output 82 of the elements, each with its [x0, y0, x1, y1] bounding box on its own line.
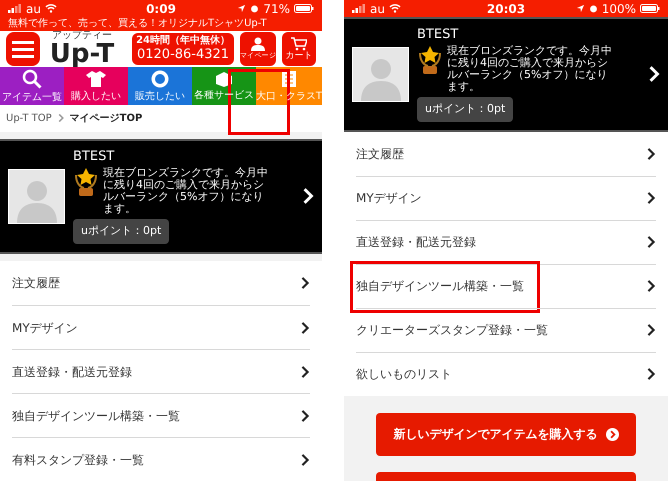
- battery-percent: 100%: [602, 0, 636, 18]
- chevron-right-icon: [646, 368, 656, 380]
- menu-item[interactable]: 独自デザインツール構築・一覧: [356, 264, 656, 308]
- wifi-icon: [44, 4, 57, 13]
- signal-icon: [352, 4, 366, 13]
- menu-label: 独自デザインツール構築・一覧: [356, 278, 525, 296]
- clock-time: 20:03: [486, 0, 526, 18]
- breadcrumb-link[interactable]: Up-T TOP: [6, 110, 52, 126]
- wifi-icon: [388, 4, 401, 13]
- location-arrow-icon: [576, 4, 585, 13]
- hours-label: 24時間（年中無休）: [136, 34, 230, 48]
- menu-label: 欲しいものリスト: [356, 366, 453, 384]
- menu-item[interactable]: クリエーターズスタンプ登録・一覧: [356, 308, 656, 352]
- logo-reading: アップティー: [52, 31, 112, 41]
- menu-label: 注文履歴: [356, 146, 405, 163]
- menu-item[interactable]: 有料スタンプ登録・一覧: [12, 437, 310, 481]
- chevron-right-icon: [646, 280, 656, 292]
- trophy-icon: [73, 167, 99, 198]
- menu-item[interactable]: 直送登録・配送元登録: [12, 349, 310, 394]
- chevron-right-icon: [300, 454, 310, 466]
- menu-item[interactable]: MYデザイン: [356, 176, 656, 220]
- location-arrow-icon: [237, 4, 246, 13]
- chevron-right-icon: [646, 236, 656, 248]
- chevron-right-icon: [646, 192, 656, 204]
- phone-box[interactable]: 24時間（年中無休） 0120-86-4321: [132, 32, 234, 66]
- menu-item[interactable]: 欲しいものリスト: [356, 352, 656, 396]
- chevron-right-icon: [302, 188, 314, 204]
- box-icon: [214, 71, 234, 88]
- chevron-right-icon: [300, 277, 310, 290]
- chevron-right-icon: [648, 66, 660, 82]
- menu-item[interactable]: 注文履歴: [12, 261, 310, 306]
- person-icon: [251, 37, 265, 51]
- promo-banner: 無料で作って、売って、買える！オリジナルTシャツUp-T: [0, 17, 322, 31]
- menu-item[interactable]: 注文履歴: [356, 132, 656, 176]
- rank-message: 現在ブロンズランクです。今月中に残り4回のご購入で来月からシルバーランク（5%オフ）になります。: [103, 167, 269, 216]
- carrier-label: au: [370, 0, 385, 18]
- points-badge: uポイント：0pt: [417, 97, 514, 122]
- site-logo[interactable]: アップティー Up-T: [46, 31, 118, 67]
- battery-percent: 71%: [263, 0, 290, 18]
- breadcrumb-current: マイページTOP: [70, 112, 142, 126]
- points-badge: uポイント：0pt: [73, 219, 170, 244]
- logo-text: Up-T: [50, 41, 114, 67]
- battery-icon: [294, 4, 314, 13]
- clock-time: 0:09: [146, 0, 176, 18]
- chevron-right-icon: [300, 366, 310, 378]
- menu-label: 注文履歴: [12, 275, 61, 292]
- circle-chevron-icon: [606, 428, 618, 441]
- cart-button[interactable]: カート: [282, 32, 316, 66]
- signal-icon: [8, 4, 22, 13]
- battery-icon: [640, 4, 660, 13]
- chevron-right-icon: [646, 148, 656, 160]
- menu-label: 独自デザインツール構築・一覧: [12, 408, 181, 425]
- menu-label: 有料スタンプ登録・一覧: [12, 452, 145, 469]
- user-name: BTEST: [417, 27, 460, 44]
- menu-label: 直送登録・配送元登録: [356, 234, 477, 252]
- chevron-right-icon: [58, 113, 64, 124]
- phone-number: 0120-86-4321: [136, 47, 230, 64]
- search-icon: [22, 69, 42, 90]
- profile-card[interactable]: BTEST 現在ブロンズランクです。今月中に残り4回のご購入で来月からシルバーランク（5%オフ）になります。 uポイント：0pt: [344, 17, 668, 132]
- user-name: BTEST: [73, 148, 116, 166]
- carrier-label: au: [26, 0, 41, 18]
- rank-message: 現在ブロンズランクです。今月中に残り4回のご購入で来月からシルバーランク（5%オフ）になります。: [447, 45, 613, 94]
- profile-card[interactable]: BTEST 現在ブロンズランクです。今月中に残り4回のご購入で来月からシルバーランク（5%オフ）になります。 uポイント：0pt: [0, 138, 322, 254]
- chevron-right-icon: [300, 410, 310, 422]
- category-tile[interactable]: 購入したい: [64, 67, 128, 106]
- menu-item[interactable]: 独自デザインツール構築・一覧: [12, 393, 310, 438]
- trophy-icon: [417, 45, 443, 76]
- menu-label: MYデザイン: [356, 190, 423, 208]
- menu-label: 直送登録・配送元登録: [12, 364, 133, 381]
- menu-label: MYデザイン: [12, 320, 79, 337]
- menu-icon[interactable]: [6, 32, 40, 66]
- cart-icon: [291, 37, 307, 51]
- menu-item[interactable]: 直送登録・配送元登録: [356, 220, 656, 264]
- sale-seal-icon: [150, 70, 169, 88]
- menu-label: クリエーターズスタンプ登録・一覧: [356, 322, 549, 340]
- chevron-right-icon: [300, 322, 310, 334]
- purchase-button[interactable]: 新しいデザインでアイテムを購入する: [376, 412, 636, 456]
- t-shirt-icon: [86, 70, 106, 88]
- category-tile[interactable]: アイテム一覧: [0, 67, 64, 106]
- menu-item[interactable]: MYデザイン: [12, 305, 310, 350]
- category-tile[interactable]: 販売したい: [128, 67, 192, 106]
- chevron-right-icon: [646, 324, 656, 336]
